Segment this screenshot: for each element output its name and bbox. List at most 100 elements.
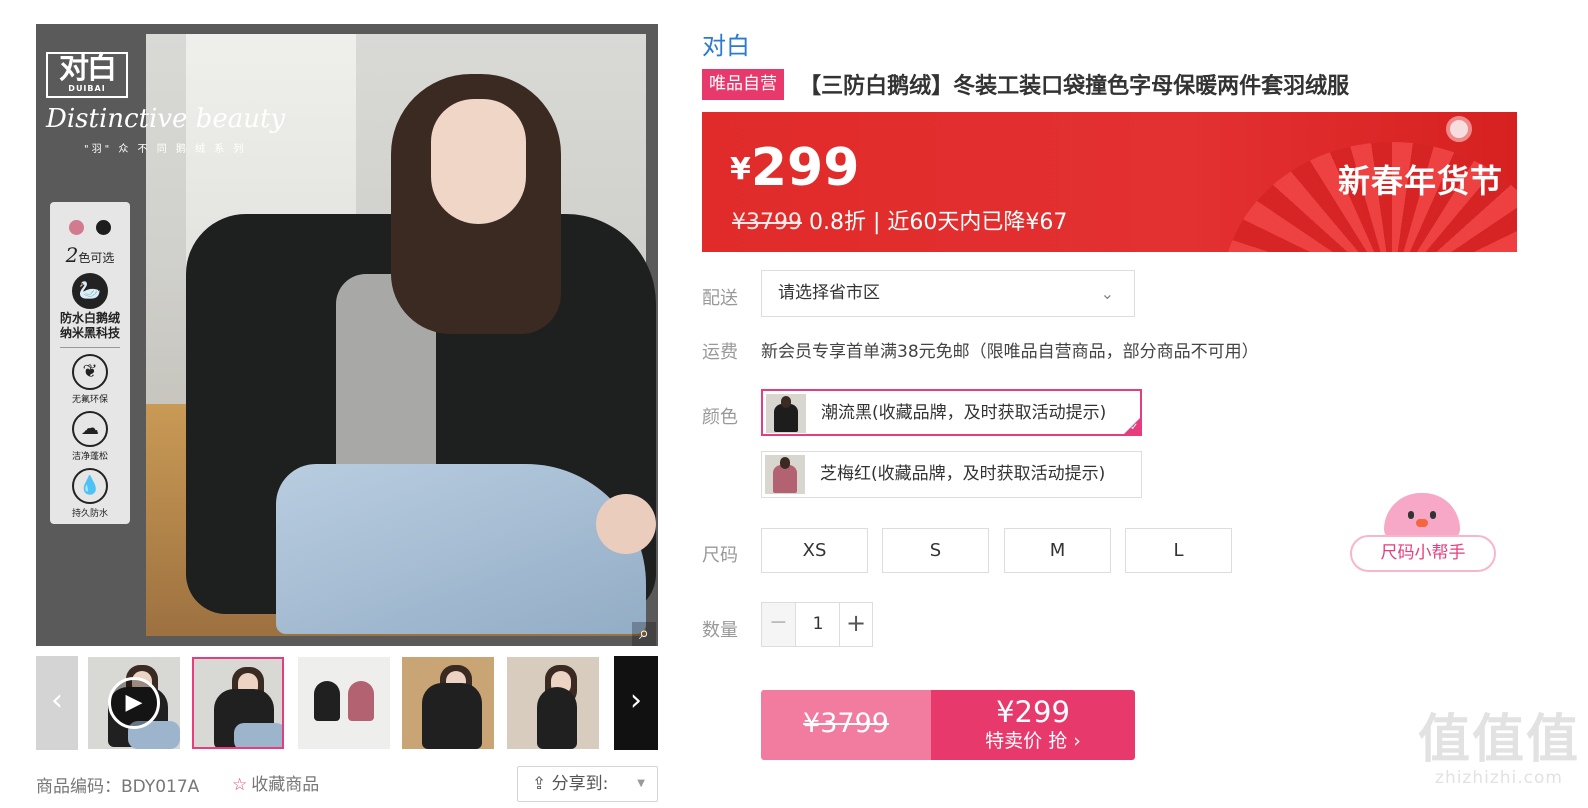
thumbnail-strip: ‹ ▶ › (36, 656, 658, 750)
color-option-black[interactable]: 潮流黑(收藏品牌，及时获取活动提示) ✓ (761, 389, 1142, 436)
mascot-eye (1430, 511, 1436, 519)
color-dot-pink (69, 220, 85, 235)
quantity-value[interactable]: 1 (797, 603, 839, 646)
gallery-bottom-bar: 商品编码：BDY017A ☆ 收藏商品 ⇪ 分享到: ▼ (36, 766, 658, 802)
current-price: ¥299 (730, 138, 859, 198)
watermark-sub: zhizhizhi.com (1435, 768, 1563, 788)
mascot-eye (1408, 511, 1414, 519)
buy-price: ¥299 (996, 695, 1070, 729)
shipping-text: 新会员专享首单满38元免邮（限唯品自营商品，部分商品不可用） (761, 342, 1259, 362)
sku-code: 商品编码：BDY017A (36, 777, 200, 797)
size-option-xs[interactable]: XS (761, 528, 868, 573)
colors-count-text: 色可选 (78, 251, 115, 265)
cloud-icon: ☁ (72, 411, 108, 447)
swatch-head (781, 396, 791, 408)
thumbnail-next-button[interactable]: › (614, 656, 658, 750)
brand-logo-text: 对白 (59, 51, 117, 86)
star-icon: ☆ (232, 775, 248, 795)
photo-model-hand (596, 494, 656, 554)
self-operated-badge: 唯品自营 (702, 68, 784, 100)
feature-eco: 无氟环保 (71, 395, 108, 405)
thumbnail-item[interactable] (298, 657, 390, 749)
region-placeholder: 请选择省市区 (778, 283, 880, 303)
colors-count-num: 2 (65, 243, 79, 267)
festival-label: 新春年货节 (1338, 162, 1504, 200)
thumb-jacket (422, 683, 482, 749)
price-banner: ¥299 ¥3799 0.8折 | 近60天内已降¥67 新春年货节 (702, 112, 1517, 252)
brand-link[interactable]: 对白 (702, 26, 750, 61)
share-label: 分享到: (551, 774, 609, 794)
size-helper[interactable]: 尺码小帮手 (1350, 493, 1496, 575)
minus-icon[interactable]: − (762, 603, 796, 646)
water-drop-icon: 💧 (72, 468, 108, 504)
buy-original-price: ¥3799 (761, 690, 931, 760)
swatch-body (773, 465, 797, 493)
feature-panel: 2色可选 🦢 防水白鹅绒 纳米黑科技 ❦ 无氟环保 ☁ 洁净蓬松 💧 持久防水 (50, 202, 130, 524)
feature-fluffy: 洁净蓬松 (71, 452, 108, 462)
swan-icon: 🦢 (72, 273, 108, 309)
watermark: 值值值 zhizhizhi.com (1418, 712, 1580, 788)
size-option-s[interactable]: S (882, 528, 989, 573)
title-row: 唯品自营 【三防白鹅绒】冬装工装口袋撞色字母保暖两件套羽绒服 (702, 68, 1349, 102)
feature-waterproof: 持久防水 (71, 509, 108, 519)
quantity-stepper[interactable]: − 1 + (761, 602, 873, 647)
quantity-label: 数量 (702, 620, 738, 641)
favorite-label: 收藏商品 (251, 775, 320, 795)
price-sub: ¥3799 0.8折 | 近60天内已降¥67 (732, 204, 1067, 236)
delivery-label: 配送 (702, 288, 738, 309)
color-swatch-black (766, 394, 806, 433)
magnifier-icon[interactable]: ⌕ (632, 622, 656, 646)
photo-model-face (431, 99, 526, 224)
colors-count: 2色可选 (50, 243, 130, 267)
main-product-image[interactable]: 对白 DUIBAI Distinctive beauty "羽" 众 不 同 鹅… (36, 24, 658, 646)
selected-check-icon: ✓ (1122, 416, 1142, 436)
color-label: 颜色 (702, 407, 738, 428)
thumb-jacket (314, 681, 340, 721)
color-dots (50, 220, 130, 239)
size-helper-label[interactable]: 尺码小帮手 (1350, 535, 1496, 572)
mascot-icon (1384, 493, 1460, 539)
chevron-down-icon: ⌄ (1100, 284, 1114, 303)
share-icon: ⇪ (532, 774, 547, 794)
thumbnail-video[interactable]: ▶ (88, 657, 180, 749)
swatch-head (780, 457, 790, 469)
favorite-button[interactable]: ☆ 收藏商品 (232, 770, 319, 795)
buy-now[interactable]: ¥299 特卖价 抢 › (931, 690, 1135, 760)
buy-action-label: 特卖价 抢 › (985, 730, 1081, 752)
thumbnail-item[interactable] (507, 657, 599, 749)
product-page: 对白 DUIBAI Distinctive beauty "羽" 众 不 同 鹅… (0, 0, 1588, 808)
watermark-main: 值值值 (1418, 710, 1581, 770)
size-option-l[interactable]: L (1125, 528, 1232, 573)
buy-original-price-text: ¥3799 (803, 708, 889, 739)
thumbnail-item[interactable] (192, 657, 284, 749)
feature-strong-2: 纳米黑科技 (59, 326, 120, 340)
photo-model-jeans (276, 464, 646, 634)
color-option-label: 芝梅红(收藏品牌，及时获取活动提示) (820, 464, 1106, 484)
thumbnail-item[interactable] (402, 657, 494, 749)
brand-logo: 对白 DUIBAI (46, 52, 128, 98)
color-swatch-red (765, 455, 805, 494)
mascot-beak (1416, 519, 1428, 527)
series-tagline: "羽" 众 不 同 鹅 绒 系 列 (84, 144, 247, 155)
play-icon[interactable]: ▶ (108, 677, 160, 729)
thumbnail-prev-button[interactable]: ‹ (36, 656, 78, 750)
buy-button[interactable]: ¥3799 ¥299 特卖价 抢 › (761, 690, 1135, 760)
coin-decoration (1446, 116, 1472, 142)
color-option-red[interactable]: 芝梅红(收藏品牌，及时获取活动提示) (761, 451, 1142, 498)
share-button[interactable]: ⇪ 分享到: ▼ (517, 766, 658, 802)
script-tagline: Distinctive beauty (46, 104, 286, 134)
feature-strong-1: 防水白鹅绒 (59, 311, 120, 325)
color-option-label: 潮流黑(收藏品牌，及时获取活动提示) (821, 403, 1107, 423)
discount-text: 0.8折 | 近60天内已降¥67 (809, 210, 1068, 235)
plus-icon[interactable]: + (839, 603, 872, 646)
caret-down-icon: ▼ (637, 778, 645, 789)
color-dot-black (95, 220, 111, 235)
product-title: 【三防白鹅绒】冬装工装口袋撞色字母保暖两件套羽绒服 (799, 74, 1350, 99)
original-price: ¥3799 (732, 210, 802, 235)
region-select[interactable]: 请选择省市区 ⌄ (761, 270, 1135, 317)
shipping-label: 运费 (702, 342, 738, 363)
size-option-m[interactable]: M (1004, 528, 1111, 573)
thumb-jeans (234, 723, 282, 747)
thumb-jacket (348, 681, 374, 721)
leaf-icon: ❦ (72, 354, 108, 390)
